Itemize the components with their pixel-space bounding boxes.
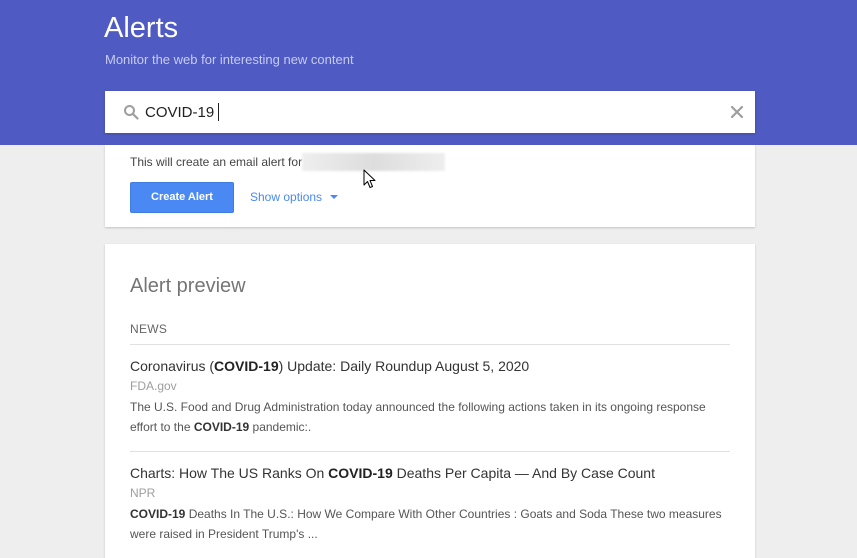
- article-source: FDA.gov: [130, 379, 177, 393]
- preview-title: Alert preview: [130, 275, 246, 297]
- email-alert-text: This will create an email alert for: [130, 155, 303, 169]
- alert-preview-card: Alert preview NEWS Coronavirus (COVID-19…: [105, 244, 755, 558]
- create-alert-button[interactable]: Create Alert: [130, 182, 234, 213]
- search-icon: [124, 105, 139, 120]
- divider: [130, 344, 730, 345]
- article-snippet: COVID-19 Deaths In The U.S.: How We Comp…: [130, 507, 722, 541]
- text-caret: [218, 103, 219, 121]
- chevron-down-icon: [330, 195, 339, 199]
- mouse-cursor-icon: [363, 169, 376, 188]
- news-article: Charts: How The US Ranks On COVID-19 Dea…: [130, 464, 730, 544]
- article-title-link[interactable]: Charts: How The US Ranks On COVID-19 Dea…: [130, 464, 730, 482]
- article-title-link[interactable]: Coronavirus (COVID-19) Update: Daily Rou…: [130, 357, 730, 375]
- show-options-link[interactable]: Show options: [250, 190, 339, 204]
- search-input[interactable]: [145, 103, 705, 121]
- news-article: Coronavirus (COVID-19) Update: Daily Rou…: [130, 357, 730, 437]
- page-title: Alerts: [104, 12, 179, 44]
- show-options-label: Show options: [250, 190, 323, 204]
- article-source: NPR: [130, 486, 156, 500]
- close-icon[interactable]: [729, 104, 745, 120]
- alert-options-card: This will create an email alert for Crea…: [105, 145, 755, 227]
- page-subtitle: Monitor the web for interesting new cont…: [105, 52, 354, 67]
- search-bar[interactable]: [105, 91, 755, 133]
- article-snippet: The U.S. Food and Drug Administration to…: [130, 400, 706, 434]
- news-section-label: NEWS: [130, 322, 168, 336]
- divider: [130, 451, 730, 452]
